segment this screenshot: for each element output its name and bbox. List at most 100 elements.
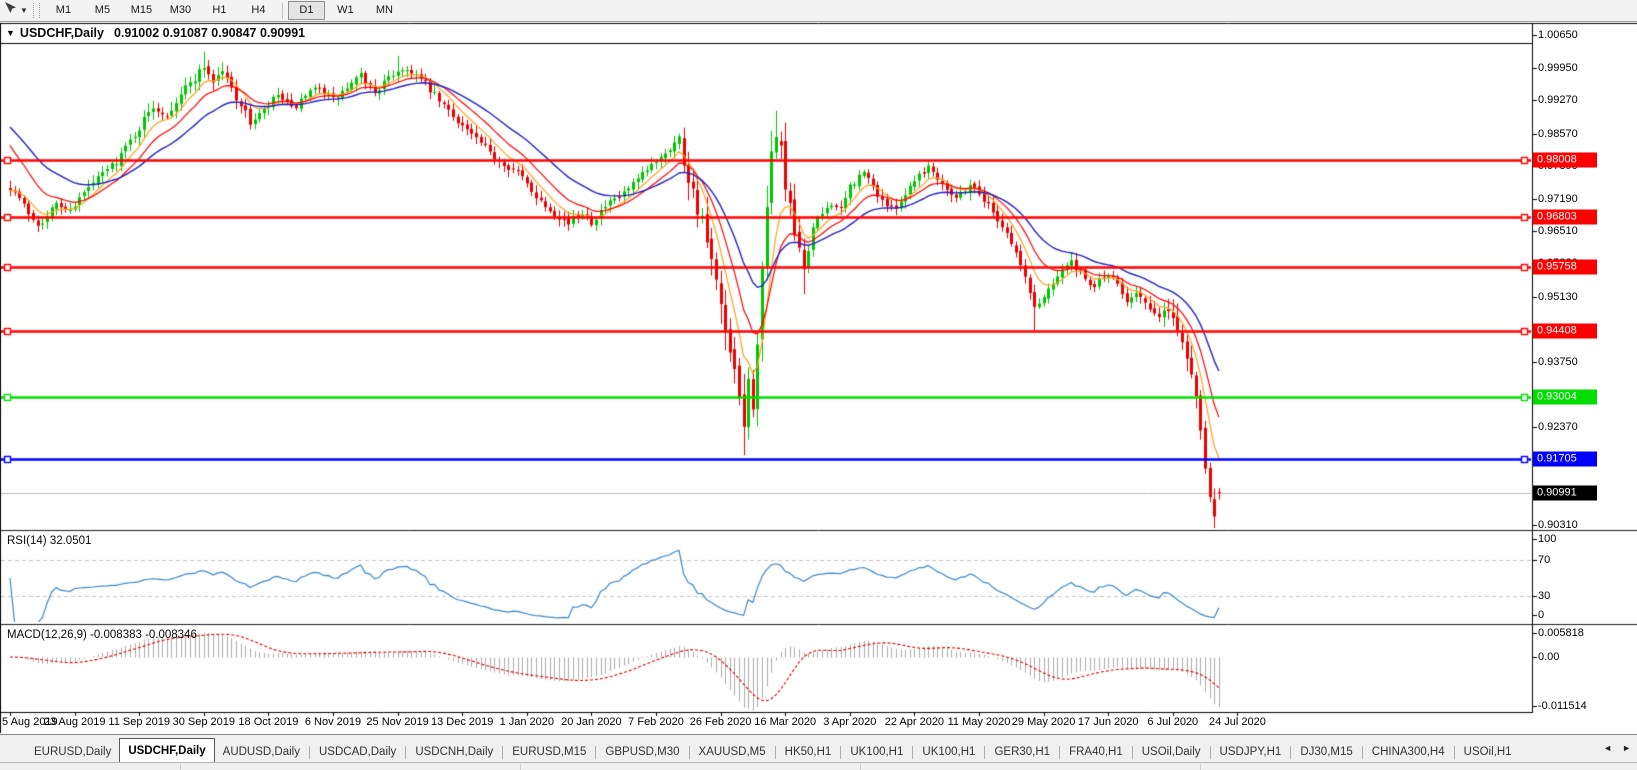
price-level-tag: 0.93004: [1533, 389, 1597, 405]
timeframe-button-w1[interactable]: W1: [327, 1, 364, 20]
tab-separator: [502, 746, 504, 759]
rsi-axis-tick: 30: [1538, 590, 1551, 602]
chart-tab-audusd-daily[interactable]: AUDUSD,Daily: [215, 742, 308, 763]
price-axis-tick: 1.00650: [1538, 29, 1578, 41]
tab-separator: [1209, 746, 1211, 759]
date-axis-label: 24 Jul 2020: [1208, 716, 1266, 728]
tab-scroll-left-icon[interactable]: ◄: [1603, 742, 1612, 754]
tab-scroll-right-icon[interactable]: ►: [1622, 742, 1631, 754]
price-axis-tick: 0.97190: [1538, 192, 1578, 205]
toolbar-grip: [32, 3, 40, 18]
price-level-tag: 0.90991: [1533, 485, 1597, 501]
cursor-tool-button[interactable]: ▼: [0, 1, 31, 21]
chart-tab-usdcad-daily[interactable]: USDCAD,Daily: [311, 742, 404, 763]
price-axis-tick: 0.96510: [1538, 225, 1578, 238]
chart-tab-eurusd-daily[interactable]: EURUSD,Daily: [26, 742, 119, 763]
rsi-axis-tick: 70: [1538, 554, 1551, 566]
chart-tab-usdcnh-daily[interactable]: USDCNH,Daily: [407, 742, 501, 763]
date-axis-label: 6 Nov 2019: [304, 716, 362, 728]
price-axis-tick: 0.92370: [1538, 421, 1578, 434]
timeframe-button-h4[interactable]: H4: [240, 1, 277, 20]
date-axis-label: 20 Jan 2020: [561, 716, 622, 728]
chart-tab-usdchf-daily[interactable]: USDCHF,Daily: [119, 738, 215, 763]
date-axis-label: 23 Aug 2019: [43, 716, 106, 728]
date-axis-label: 11 Sep 2019: [108, 716, 170, 728]
timeframe-button-h1[interactable]: H1: [201, 1, 238, 20]
date-axis-label: 17 Jun 2020: [1077, 716, 1139, 728]
date-axis-label: 30 Sep 2019: [172, 716, 235, 728]
price-level-tag: 0.95758: [1533, 259, 1597, 275]
price-level-tag: 0.96803: [1533, 209, 1597, 225]
price-axis-tick: 0.98570: [1538, 127, 1578, 140]
date-axis-label: 13 Dec 2019: [430, 716, 494, 728]
timeframe-button-mn[interactable]: MN: [366, 1, 403, 20]
price-level-tag: 0.94408: [1533, 323, 1597, 339]
tab-separator: [405, 746, 407, 759]
timeframe-button-m5[interactable]: M5: [84, 1, 121, 20]
timeframe-toolbar: ▼ M1 M5 M15 M30 H1 H4 D1 W1 MN: [0, 0, 1637, 22]
trading-terminal: ▼ M1 M5 M15 M30 H1 H4 D1 W1 MN ▼ USDCHF,Daily 0.91…: [0, 0, 1637, 770]
date-axis-label: 1 Jan 2020: [499, 716, 555, 728]
tab-separator: [688, 746, 690, 759]
price-axis-tick: 0.99950: [1538, 62, 1578, 75]
rsi-axis-tick: 100: [1538, 533, 1557, 545]
chart-tab-uk100-h1[interactable]: UK100,H1: [914, 742, 983, 763]
date-axis-label: 18 Oct 2019: [238, 716, 299, 728]
chevron-down-icon: ▼: [20, 6, 28, 15]
chart-tab-eurusd-m15[interactable]: EURUSD,M15: [504, 742, 594, 763]
chart-tab-uk100-h1[interactable]: UK100,H1: [842, 742, 911, 763]
tab-separator: [1290, 746, 1292, 759]
chart-tab-usoil-h1[interactable]: USOil,H1: [1456, 742, 1520, 763]
cursor-tool-icon: [3, 1, 17, 20]
tab-separator: [1059, 746, 1061, 759]
date-axis-label: 6 Jul 2020: [1147, 716, 1199, 728]
price-axis-tick: 0.93750: [1538, 355, 1578, 368]
chart-ohlc-values: 0.91002 0.91087 0.90847 0.90991: [113, 26, 306, 40]
price-axis-tick: 0.99270: [1538, 94, 1578, 107]
chart-tab-fra40-h1[interactable]: FRA40,H1: [1061, 742, 1131, 763]
date-axis-label: 11 May 2020: [947, 716, 1011, 728]
chart-dropdown-icon: ▼: [6, 28, 15, 38]
tab-separator: [912, 746, 914, 759]
price-level-tag: 0.91705: [1533, 451, 1597, 467]
chart-tab-china300-h4[interactable]: CHINA300,H4: [1364, 742, 1453, 763]
rsi-label: RSI(14) 32.0501: [7, 535, 92, 547]
tab-separator: [774, 746, 776, 759]
chart-tab-gbpusd-m30[interactable]: GBPUSD,M30: [597, 742, 687, 763]
chart-tab-usoil-daily[interactable]: USOil,Daily: [1134, 742, 1209, 763]
tab-separator: [1361, 746, 1363, 759]
chart-tab-xauusd-m5[interactable]: XAUUSD,M5: [691, 742, 774, 763]
status-strip: [0, 762, 1637, 770]
price-chart-canvas[interactable]: [0, 0, 1637, 770]
tab-separator: [840, 746, 842, 759]
macd-axis-tick: 0.00: [1538, 651, 1560, 663]
timeframe-button-m15[interactable]: M15: [123, 1, 160, 20]
chart-tab-hk50-h1[interactable]: HK50,H1: [777, 742, 840, 763]
date-axis-label: 7 Feb 2020: [628, 716, 684, 728]
timeframe-button-d1[interactable]: D1: [287, 1, 325, 20]
tab-separator: [308, 746, 310, 759]
tab-separator: [984, 746, 986, 759]
chart-title: ▼ USDCHF,Daily 0.91002 0.91087 0.90847 0.9…: [6, 26, 305, 40]
chart-tab-usdjpy-h1[interactable]: USDJPY,H1: [1212, 742, 1290, 763]
date-axis-label: 26 Feb 2020: [689, 716, 752, 728]
price-axis-tick: 0.90310: [1538, 519, 1578, 531]
macd-axis-tick: -0.011514: [1538, 700, 1587, 712]
rsi-axis-tick: 0: [1538, 609, 1545, 621]
date-axis-label: 29 May 2020: [1011, 716, 1076, 728]
chart-tab-bar: EURUSD,Daily USDCHF,Daily AUDUSD,Daily USDC…: [0, 734, 1637, 763]
date-axis-label: 22 Apr 2020: [884, 716, 945, 728]
macd-label: MACD(12,26,9) -0.008383 -0.008346: [7, 629, 197, 641]
date-axis-label: 16 Mar 2020: [754, 716, 817, 728]
timeframe-button-m30[interactable]: M30: [162, 1, 199, 20]
macd-axis-tick: 0.005818: [1538, 627, 1584, 639]
chart-tab-ger30-h1[interactable]: GER30,H1: [986, 742, 1058, 763]
chart-symbol: USDCHF,Daily: [19, 26, 104, 40]
tab-separator: [595, 746, 597, 759]
tab-separator: [1131, 746, 1133, 759]
chart-tab-dj30-m15[interactable]: DJ30,M15: [1292, 742, 1360, 763]
timeframe-button-m1[interactable]: M1: [45, 1, 82, 20]
toolbar-separator: [281, 2, 283, 19]
date-axis-label: 25 Nov 2019: [366, 716, 429, 728]
price-axis-tick: 0.95130: [1538, 290, 1578, 303]
